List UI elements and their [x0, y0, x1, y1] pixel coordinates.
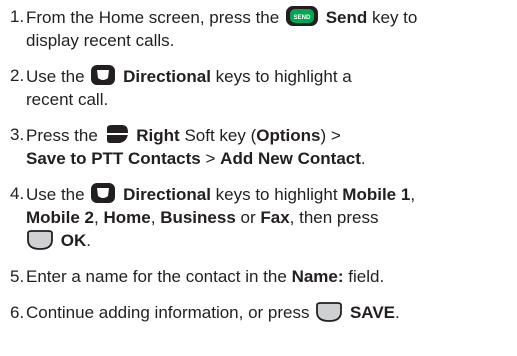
- send-key-label: Send: [325, 8, 368, 27]
- step-3: 3. Press the Right Soft key (Options) > …: [10, 123, 366, 168]
- menu-path-add-new-contact: Add New Contact: [220, 149, 361, 168]
- send-key-icon: SEND: [285, 5, 319, 27]
- step-2: 2. Use the Directional keys to highlight…: [10, 64, 352, 109]
- option-business: Business: [160, 208, 236, 227]
- instruction-list: 1. From the Home screen, press the SEND …: [0, 0, 517, 356]
- options-label: Options: [256, 126, 321, 145]
- step-4: 4. Use the Directional keys to highlight…: [10, 182, 416, 250]
- step-number: 5.: [10, 267, 25, 286]
- step-number: 4.: [10, 184, 25, 203]
- right-soft-key-label: Right: [136, 126, 180, 145]
- save-key-label: SAVE: [349, 303, 396, 322]
- save-key-icon: [315, 302, 343, 322]
- step-number: 1.: [10, 7, 25, 26]
- ok-key-icon: [26, 230, 54, 250]
- step-number: 2.: [10, 66, 25, 85]
- option-fax: Fax: [260, 208, 290, 227]
- directional-key-icon: [90, 182, 116, 204]
- directional-key-label: Directional: [123, 67, 211, 86]
- step-number: 3.: [10, 125, 25, 144]
- menu-path-save-to-ptt: Save to PTT Contacts: [26, 149, 201, 168]
- step-number: 6.: [10, 303, 25, 322]
- right-soft-key-icon: [104, 123, 130, 145]
- svg-text:SEND: SEND: [294, 15, 311, 21]
- directional-key-icon: [90, 64, 116, 86]
- directional-key-label: Directional: [123, 185, 211, 204]
- step-6: 6. Continue adding information, or press…: [10, 302, 400, 322]
- option-home: Home: [103, 208, 151, 227]
- option-mobile-1: Mobile 1: [342, 185, 411, 204]
- step-1: 1. From the Home screen, press the SEND …: [10, 5, 418, 50]
- step-5: 5. Enter a name for the contact in the N…: [10, 267, 385, 286]
- name-field-label: Name:: [291, 267, 344, 286]
- option-mobile-2: Mobile 2: [26, 208, 95, 227]
- ok-key-label: OK: [60, 231, 87, 250]
